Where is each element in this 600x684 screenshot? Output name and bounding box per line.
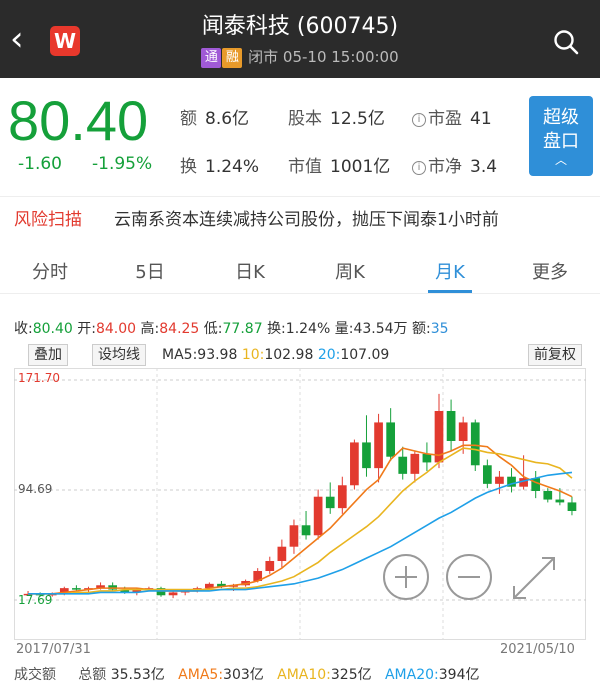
- price-change: -1.60: [18, 154, 62, 174]
- info-icon: i: [412, 161, 426, 175]
- risk-scan-bar[interactable]: 风险扫描 云南系资本连续减持公司股份，抛压下闻泰1小时前: [0, 196, 600, 236]
- adjust-button[interactable]: 前复权: [528, 344, 582, 366]
- quote-panel: 80.40 -1.60 -1.95% 额 8.6亿 换 1.24% 股本 12.5亿 …: [0, 78, 600, 190]
- candle: [313, 489, 323, 540]
- last-price: 80.40: [8, 89, 149, 152]
- margin-badge-rong: 融: [222, 47, 243, 68]
- x-label-start: 2017/07/31: [16, 642, 91, 657]
- margin-badge-tong: 通: [201, 47, 222, 68]
- stat-pb[interactable]: i 市净 3.4: [412, 152, 497, 177]
- tab-intraday[interactable]: 分时: [10, 258, 90, 284]
- info-icon: i: [412, 113, 426, 127]
- tab-more[interactable]: 更多: [510, 258, 590, 284]
- overlay-button[interactable]: 叠加: [28, 344, 68, 366]
- set-ma-button[interactable]: 设均线: [92, 344, 146, 366]
- stat-pe[interactable]: i 市盈 41: [412, 104, 492, 129]
- chart-period-tabs: 分时 5日 日K 周K 月K 更多: [0, 246, 600, 294]
- x-label-end: 2021/05/10: [500, 642, 575, 657]
- turnover-summary: 成交额 总额 35.53亿 AMA5:303亿 AMA10:325亿 AMA20…: [14, 667, 480, 683]
- top-bar: ‹ W 闻泰科技 (600745) 通融 闭市 05-10 15:00:00: [0, 0, 600, 78]
- y-label-low: 17.69: [18, 593, 53, 607]
- stat-amount: 额 8.6亿: [180, 109, 250, 129]
- ma-values: MA5:93.98 10:102.98 20:107.09: [162, 347, 390, 363]
- y-label-mid: 94.69: [18, 482, 53, 496]
- status-text: 闭市 05-10 15:00:00: [248, 48, 399, 66]
- market-status: 通融 闭市 05-10 15:00:00: [0, 46, 600, 68]
- stat-turnover: 换 1.24%: [180, 157, 260, 177]
- search-icon[interactable]: [552, 28, 580, 56]
- tab-weekly-k[interactable]: 周K: [310, 258, 390, 284]
- stat-shares: 股本 12.5亿: [288, 109, 385, 129]
- stock-title: 闻泰科技 (600745): [201, 14, 399, 39]
- price-change-pct: -1.95%: [92, 154, 153, 174]
- tab-daily-k[interactable]: 日K: [210, 258, 290, 284]
- risk-scan-tag: 风险扫描: [14, 210, 82, 230]
- tab-monthly-k[interactable]: 月K: [410, 258, 490, 284]
- super-orderbook-button[interactable]: 超级 盘口 ︿: [529, 96, 593, 176]
- chart-toolbar: 叠加 设均线 MA5:93.98 10:102.98 20:107.09 前复权: [14, 344, 586, 368]
- y-label-high: 171.70: [18, 371, 60, 385]
- candle: [350, 439, 359, 490]
- monthly-k-chart[interactable]: [14, 368, 586, 640]
- risk-scan-message: 云南系资本连续减持公司股份，抛压下闻泰1小时前: [114, 210, 499, 230]
- chevron-up-icon: ︿: [554, 153, 567, 167]
- stat-mktcap: 市值 1001亿: [288, 157, 391, 177]
- tab-5day[interactable]: 5日: [110, 258, 190, 284]
- ohlc-readout: 收:80.40 开:84.00 高:84.25 低:77.87 换:1.24% …: [14, 321, 449, 337]
- active-tab-indicator: [428, 290, 472, 293]
